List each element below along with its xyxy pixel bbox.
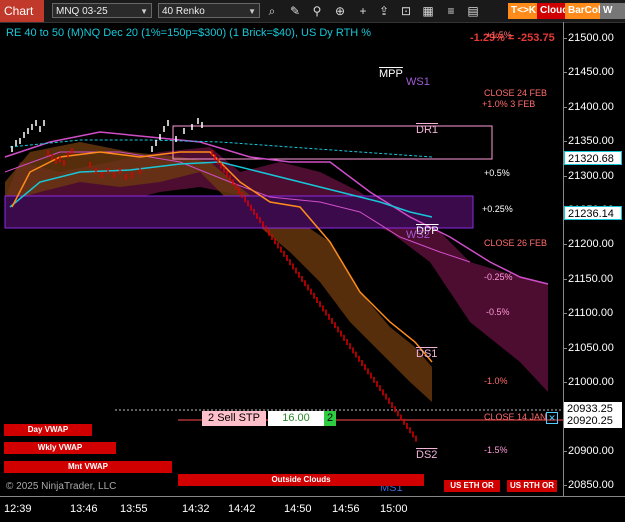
y-tick-label: 21000.00 <box>568 376 614 388</box>
close-14jan-label: CLOSE 14 JAN <box>484 412 547 422</box>
x-tick-label: 14:32 <box>182 503 210 515</box>
crosshair-icon[interactable]: ⊕ <box>332 3 348 19</box>
watermark: © 2025 NinjaTrader, LLC <box>6 481 117 492</box>
order-quantity[interactable]: 2 <box>324 411 336 426</box>
dr1-label: DR1 <box>416 124 439 136</box>
toggle-button[interactable]: T<>K <box>508 3 540 19</box>
instrument-selector[interactable]: MNQ 03-25 ▼ <box>52 3 152 18</box>
chevron-down-icon[interactable]: ▼ <box>248 4 256 19</box>
us-rth-or-button[interactable]: US RTH OR <box>507 480 557 492</box>
zoom-icon[interactable]: ⚲ <box>309 3 325 19</box>
y-tick-label: 21150.00 <box>568 272 614 285</box>
minus-0-25-label: -0.25% <box>484 272 513 282</box>
x-tick-label: 13:46 <box>70 503 98 515</box>
y-tick-label: 21100.00 <box>568 307 614 320</box>
y-tick-label: 21200.00 <box>568 238 614 251</box>
ds1-label: DS1 <box>416 348 438 360</box>
bar-type-selector[interactable]: 40 Renko ▼ <box>158 3 260 18</box>
lock-icon[interactable]: ⊡ <box>398 3 414 19</box>
ws2-label: WS2 <box>406 229 430 241</box>
chevron-down-icon[interactable]: ▼ <box>140 4 148 19</box>
plus-0-25-label: +0.25% <box>482 204 513 214</box>
y-tick-label: 21450.00 <box>568 66 614 79</box>
vwap-toggle-button[interactable]: W Vwa <box>600 3 625 19</box>
minus-1-0-label: -1.0% <box>484 376 508 386</box>
minus-0-5-label: -0.5% <box>486 307 510 317</box>
close-order-icon[interactable]: ✕ <box>546 412 558 424</box>
x-tick-label: 12:39 <box>4 503 32 515</box>
y-tick-label: 20900.00 <box>568 444 614 457</box>
export-icon[interactable]: ⇪ <box>376 3 392 19</box>
minus-1-5-label: -1.5% <box>484 445 508 455</box>
window-title: Chart <box>0 0 44 22</box>
bar-type-label: 40 Renko <box>162 6 205 17</box>
x-tick-label: 14:50 <box>284 503 312 515</box>
weekly-vwap-button[interactable]: Wkly VWAP <box>4 442 116 454</box>
barcol-button[interactable]: BarCol <box>565 3 604 19</box>
x-tick-label: 14:42 <box>228 503 256 515</box>
ds2-label: DS2 <box>416 449 438 461</box>
outside-clouds-button[interactable]: Outside Clouds <box>178 474 424 486</box>
upper-price-flag: 21320.68 <box>564 151 622 165</box>
sell-stop-order[interactable]: 2 Sell STP <box>202 411 266 426</box>
toolbar: Chart MNQ 03-25 ▼ 40 Renko ▼ ⌕ ✎ ⚲ ⊕ + ⇪… <box>0 0 625 23</box>
y-tick-mark <box>563 141 567 143</box>
y-tick-mark <box>563 106 567 108</box>
y-tick-mark <box>563 485 567 487</box>
monthly-vwap-button[interactable]: Mnt VWAP <box>4 461 172 473</box>
y-tick-mark <box>563 278 567 280</box>
y-tick-mark <box>563 347 567 349</box>
y-tick-label: 21050.00 <box>568 341 614 354</box>
y-tick-label: 21300.00 <box>568 169 614 182</box>
x-tick-label: 15:00 <box>380 503 408 515</box>
add-icon[interactable]: + <box>355 3 371 19</box>
close-3feb-label: +1.0% 3 FEB <box>482 99 536 109</box>
order-price[interactable]: 16.00 <box>268 411 324 426</box>
x-axis <box>0 496 625 497</box>
settings-icon[interactable]: ≡ <box>443 3 459 19</box>
plus-1-5-label: +1.5% <box>486 30 512 40</box>
search-icon[interactable]: ⌕ <box>264 3 280 19</box>
close-24feb-label: CLOSE 24 FEB <box>484 88 548 98</box>
x-tick-label: 14:56 <box>332 503 360 515</box>
y-tick-label: 21500.00 <box>568 32 614 44</box>
ws1-label: WS1 <box>406 76 430 88</box>
close-26feb-label: CLOSE 26 FEB <box>484 238 548 248</box>
y-tick-mark <box>563 38 567 39</box>
x-tick-label: 13:55 <box>120 503 148 515</box>
us-eth-or-button[interactable]: US ETH OR <box>444 480 500 492</box>
y-tick-label: 21350.00 <box>568 135 614 148</box>
y-tick-mark <box>563 313 567 315</box>
last-price-flag-2: 20920.25 <box>564 414 622 428</box>
properties-icon[interactable]: ▤ <box>465 3 481 19</box>
plus-0-5-label: +0.5% <box>484 168 510 178</box>
instrument-label: MNQ 03-25 <box>56 6 108 17</box>
day-vwap-button[interactable]: Day VWAP <box>4 424 92 436</box>
mpp-label: MPP <box>379 68 403 80</box>
y-tick-mark <box>563 72 567 74</box>
y-tick-label: 20850.00 <box>568 479 614 492</box>
layout-icon[interactable]: ▦ <box>420 3 436 19</box>
y-tick-mark <box>563 382 567 383</box>
y-tick-mark <box>563 450 567 452</box>
y-tick-mark <box>563 175 567 177</box>
pencil-icon[interactable]: ✎ <box>287 3 303 19</box>
y-tick-label: 21400.00 <box>568 100 614 113</box>
y-tick-mark <box>563 244 567 246</box>
mid-price-flag: 21236.14 <box>564 206 622 220</box>
